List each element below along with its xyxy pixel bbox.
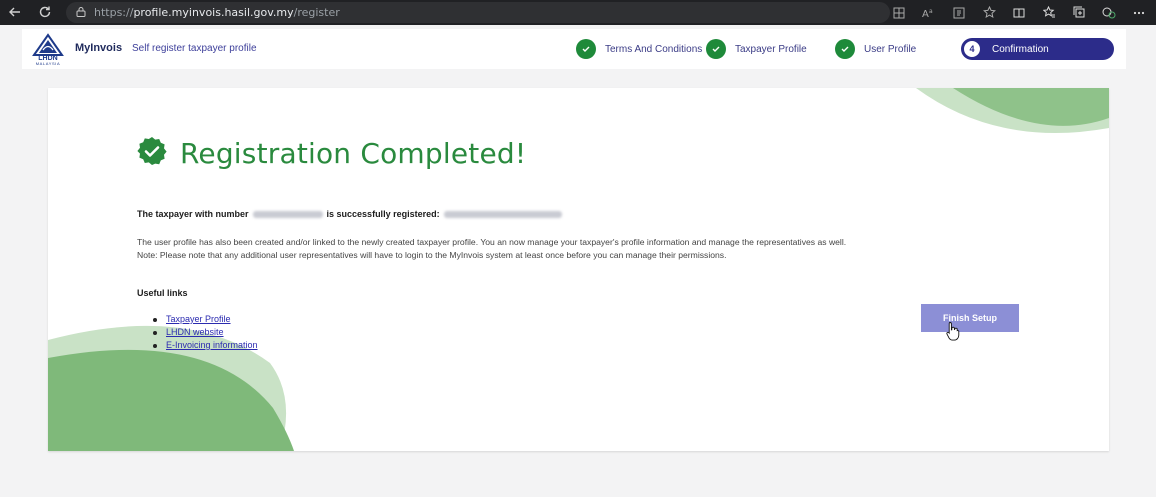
check-icon [835, 39, 855, 59]
refresh-icon[interactable] [34, 1, 56, 23]
list-item: Taxpayer Profile [153, 313, 258, 326]
svg-text:a: a [929, 8, 933, 15]
verified-badge-icon [137, 136, 167, 171]
link-taxpayer-profile[interactable]: Taxpayer Profile [166, 313, 231, 326]
back-icon[interactable] [4, 1, 26, 23]
page-title: Registration Completed! [180, 137, 527, 170]
step-user-profile[interactable]: User Profile [835, 37, 916, 61]
step-label: Taxpayer Profile [735, 43, 807, 55]
logo-subtext: MALAYSIA [36, 61, 61, 66]
step-label: Confirmation [992, 43, 1049, 55]
app-grid-icon[interactable] [888, 2, 910, 24]
brand-name: MyInvois [75, 42, 123, 54]
bullet [153, 317, 157, 322]
favorite-star-icon[interactable] [978, 2, 1000, 24]
finish-setup-button[interactable]: Finish Setup [921, 304, 1019, 332]
app-header: LHDN MALAYSIA MyInvois Self register tax… [22, 29, 1126, 69]
reader-view-icon[interactable] [948, 2, 970, 24]
lock-icon [76, 4, 86, 22]
check-icon [706, 39, 726, 59]
page-subtitle: Self register taxpayer profile [132, 43, 257, 54]
check-icon [576, 39, 596, 59]
url-path: /register [293, 6, 340, 19]
split-screen-icon[interactable] [1008, 2, 1030, 24]
info-line-2: Note: Please note that any additional us… [137, 250, 727, 260]
extensions-icon[interactable] [1098, 2, 1120, 24]
collections-icon[interactable] [1068, 2, 1090, 24]
redacted-taxpayer-number [252, 210, 323, 218]
info-paragraph: The user profile has also been created a… [137, 236, 846, 262]
registration-card: Registration Completed! The taxpayer wit… [48, 88, 1109, 451]
step-number: 4 [963, 40, 981, 58]
bullet [153, 343, 157, 348]
hand-cursor-icon [946, 322, 960, 341]
link-e-invoicing-information[interactable]: E-Invoicing information [166, 339, 258, 352]
registration-summary: The taxpayer with number is successfully… [137, 209, 566, 219]
favorites-icon[interactable] [1038, 2, 1060, 24]
title-row: Registration Completed! [137, 136, 526, 171]
more-menu-icon[interactable] [1128, 2, 1150, 24]
read-aloud-icon[interactable]: Aa [918, 2, 940, 24]
address-bar[interactable]: https://profile.myinvois.hasil.gov.my/re… [66, 2, 890, 23]
list-item: E-Invoicing information [153, 339, 258, 352]
redacted-registration-id [443, 210, 562, 218]
step-taxpayer-profile[interactable]: Taxpayer Profile [706, 37, 807, 61]
browser-toolbar: https://profile.myinvois.hasil.gov.my/re… [0, 0, 1156, 25]
link-lhdn-website[interactable]: LHDN website [166, 326, 224, 339]
reg-prefix: The taxpayer with number [137, 209, 249, 219]
useful-links-heading: Useful links [137, 288, 188, 298]
bullet [153, 330, 157, 335]
info-line-1: The user profile has also been created a… [137, 237, 847, 247]
reg-middle: is successfully registered: [326, 209, 440, 219]
svg-text:A: A [922, 9, 929, 19]
useful-links-list: Taxpayer Profile LHDN website E-Invoicin… [153, 313, 258, 352]
url-prefix: https:// [94, 6, 134, 19]
step-terms-and-conditions[interactable]: Terms And Conditions [576, 37, 702, 61]
list-item: LHDN website [153, 326, 258, 339]
url-host: profile.myinvois.hasil.gov.my [133, 6, 294, 19]
step-label: Terms And Conditions [605, 43, 703, 55]
step-label: User Profile [864, 43, 917, 55]
lhdn-logo[interactable]: LHDN MALAYSIA [26, 31, 70, 66]
step-confirmation[interactable]: 4 Confirmation [961, 38, 1114, 60]
url-text: https://profile.myinvois.hasil.gov.my/re… [94, 6, 340, 19]
